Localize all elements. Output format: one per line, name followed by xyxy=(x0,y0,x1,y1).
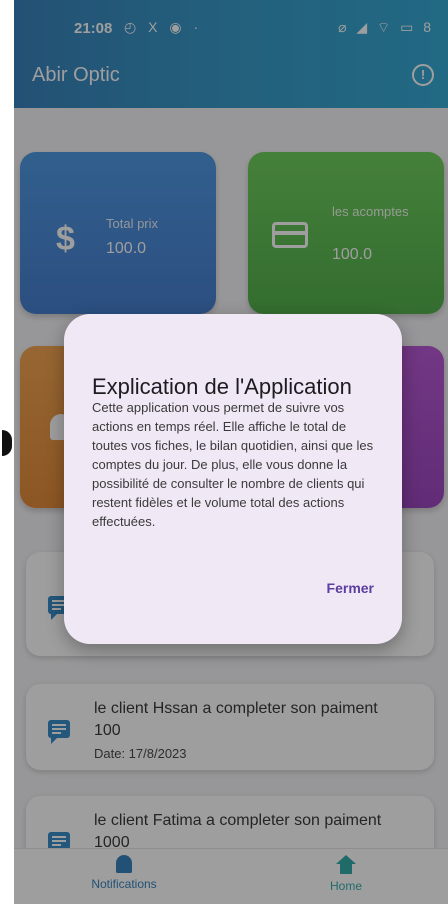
close-button[interactable]: Fermer xyxy=(327,580,374,596)
dialog-body: Cette application vous permet de suivre … xyxy=(92,400,374,529)
explanation-dialog: Explication de l'Application Cette appli… xyxy=(64,314,402,644)
side-mark xyxy=(0,430,14,460)
dialog-title: Explication de l'Application xyxy=(92,374,352,399)
phone-screen: 21:08 ◴ X ◉ · ⌀ ◢ ⌔ ▭ 8 Abir Optic ! $ T… xyxy=(14,0,448,904)
